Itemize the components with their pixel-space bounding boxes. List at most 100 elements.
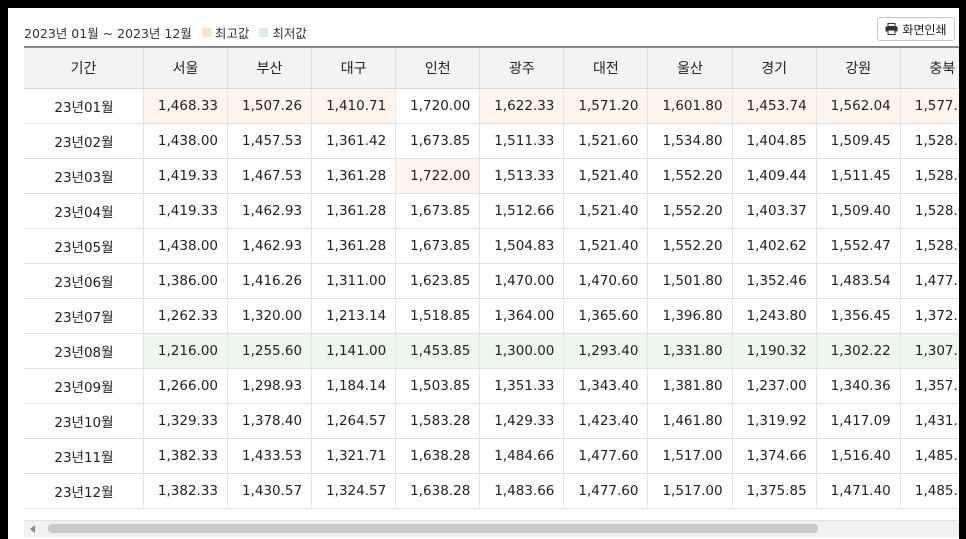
header-period: 기간 xyxy=(24,46,144,89)
price-cell: 1,266.00 xyxy=(143,368,229,404)
price-cell: 1,521.40 xyxy=(563,158,649,194)
header-region: 충북 xyxy=(900,46,959,89)
price-cell: 1,722.00 xyxy=(395,158,481,194)
price-cell: 1,340.36 xyxy=(816,368,901,404)
price-cell: 1,351.33 xyxy=(479,368,565,404)
price-cell: 1,255.60 xyxy=(227,333,313,369)
price-cell: 1,673.85 xyxy=(395,228,481,264)
price-cell: 1,518.85 xyxy=(395,298,481,334)
price-cell: 1,552.20 xyxy=(647,158,733,194)
header-region: 경기 xyxy=(732,46,817,89)
price-cell: 1,416.26 xyxy=(227,263,313,299)
table-row: 23년04월 1,419.33 1,462.93 1,361.28 1,673.85 1,… xyxy=(24,193,959,229)
price-cell: 1,361.28 xyxy=(311,193,397,229)
price-cell: 1,638.28 xyxy=(395,438,481,474)
table-row: 23년12월 1,382.33 1,430.57 1,324.57 1,638.28 1,… xyxy=(24,473,959,509)
price-cell: 1,552.20 xyxy=(647,193,733,229)
price-cell: 1,361.28 xyxy=(311,158,397,194)
price-panel: 2023년 01월 ~ 2023년 12월 최고값 최저값 화면인쇄 기간 서울 부… xyxy=(8,8,959,539)
table-row: 23년02월 1,438.00 1,457.53 1,361.42 1,673.85 1,… xyxy=(24,123,959,159)
horizontal-scrollbar[interactable] xyxy=(24,520,959,537)
price-cell: 1,504.83 xyxy=(479,228,565,264)
price-cell: 1,403.37 xyxy=(732,193,817,229)
price-cell: 1,402.62 xyxy=(732,228,817,264)
price-cell: 1,331.80 xyxy=(647,333,733,369)
price-cell: 1,438.00 xyxy=(143,123,229,159)
price-cell: 1,552.20 xyxy=(647,228,733,264)
price-cell: 1,324.57 xyxy=(311,473,397,509)
price-cell: 1,307.28 xyxy=(900,333,959,369)
table-body: 23년01월 1,468.33 1,507.26 1,410.71 1,720.00 1,… xyxy=(24,88,959,509)
price-cell: 1,468.33 xyxy=(143,88,229,124)
table-row: 23년06월 1,386.00 1,416.26 1,311.00 1,623.85 1,… xyxy=(24,263,959,299)
price-cell: 1,461.80 xyxy=(647,403,733,439)
price-cell: 1,503.85 xyxy=(395,368,481,404)
scrollbar-thumb[interactable] xyxy=(48,524,818,533)
print-screen-button[interactable]: 화면인쇄 xyxy=(877,17,955,41)
price-cell: 1,477.60 xyxy=(563,438,649,474)
price-cell: 1,528.00 xyxy=(900,158,959,194)
price-cell: 1,673.85 xyxy=(395,123,481,159)
price-cell: 1,720.00 xyxy=(395,88,481,124)
price-cell: 1,361.28 xyxy=(311,228,397,264)
price-cell: 1,319.92 xyxy=(732,403,817,439)
price-cell: 1,534.80 xyxy=(647,123,733,159)
price-cell: 1,507.26 xyxy=(227,88,313,124)
price-cell: 1,419.33 xyxy=(143,193,229,229)
price-cell: 1,453.85 xyxy=(395,333,481,369)
price-cell: 1,509.45 xyxy=(816,123,901,159)
price-cell: 1,562.04 xyxy=(816,88,901,124)
price-cell: 1,237.00 xyxy=(732,368,817,404)
price-cell: 1,513.33 xyxy=(479,158,565,194)
price-cell: 1,386.00 xyxy=(143,263,229,299)
row-month: 23년11월 xyxy=(24,438,144,474)
price-cell: 1,184.14 xyxy=(311,368,397,404)
price-cell: 1,462.93 xyxy=(227,228,313,264)
scroll-left-icon[interactable] xyxy=(30,525,35,533)
header-region: 광주 xyxy=(479,46,565,89)
row-month: 23년06월 xyxy=(24,263,144,299)
price-cell: 1,329.33 xyxy=(143,403,229,439)
price-cell: 1,374.66 xyxy=(732,438,817,474)
price-cell: 1,483.66 xyxy=(479,473,565,509)
price-cell: 1,528.00 xyxy=(900,123,959,159)
price-cell: 1,471.40 xyxy=(816,473,901,509)
price-cell: 1,485.50 xyxy=(900,473,959,509)
price-cell: 1,372.28 xyxy=(900,298,959,334)
legend-min-swatch xyxy=(259,27,269,37)
price-cell: 1,321.71 xyxy=(311,438,397,474)
row-month: 23년08월 xyxy=(24,333,144,369)
price-cell: 1,485.50 xyxy=(900,438,959,474)
price-cell: 1,365.60 xyxy=(563,298,649,334)
price-cell: 1,433.53 xyxy=(227,438,313,474)
price-table-container[interactable]: 기간 서울 부산 대구 인천 광주 대전 울산 경기 강원 충북 23년01월 1,468.33 1,5… xyxy=(24,46,959,518)
header-region: 서울 xyxy=(143,46,229,89)
price-cell: 1,213.14 xyxy=(311,298,397,334)
period-range: 2023년 01월 ~ 2023년 12월 xyxy=(24,25,192,41)
row-month: 23년04월 xyxy=(24,193,144,229)
price-cell: 1,516.40 xyxy=(816,438,901,474)
print-button-label: 화면인쇄 xyxy=(902,22,947,37)
price-cell: 1,430.57 xyxy=(227,473,313,509)
price-cell: 1,438.00 xyxy=(143,228,229,264)
price-cell: 1,528.00 xyxy=(900,228,959,264)
price-cell: 1,423.40 xyxy=(563,403,649,439)
header-region: 울산 xyxy=(647,46,733,89)
price-cell: 1,511.33 xyxy=(479,123,565,159)
table-row: 23년10월 1,329.33 1,378.40 1,264.57 1,583.28 1,… xyxy=(24,403,959,439)
price-cell: 1,141.00 xyxy=(311,333,397,369)
table-row: 23년09월 1,266.00 1,298.93 1,184.14 1,503.85 1,… xyxy=(24,368,959,404)
price-cell: 1,381.80 xyxy=(647,368,733,404)
price-cell: 1,512.66 xyxy=(479,193,565,229)
price-cell: 1,311.00 xyxy=(311,263,397,299)
price-cell: 1,477.60 xyxy=(563,473,649,509)
header-region: 대구 xyxy=(311,46,397,89)
price-cell: 1,298.93 xyxy=(227,368,313,404)
price-cell: 1,302.22 xyxy=(816,333,901,369)
price-cell: 1,356.45 xyxy=(816,298,901,334)
price-cell: 1,571.20 xyxy=(563,88,649,124)
legend-max: 최고값 xyxy=(201,23,249,42)
price-cell: 1,375.85 xyxy=(732,473,817,509)
printer-icon xyxy=(885,23,898,35)
price-cell: 1,364.00 xyxy=(479,298,565,334)
